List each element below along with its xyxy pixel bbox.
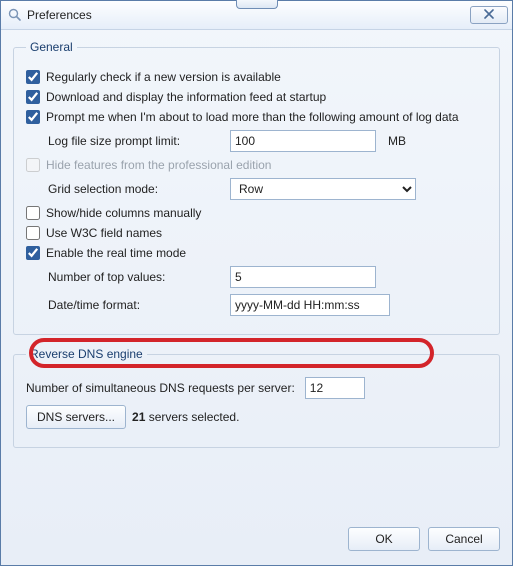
hide-pro-text: Hide features from the professional edit… bbox=[46, 158, 271, 172]
titlebar: Preferences bbox=[1, 1, 512, 30]
log-limit-label: Log file size prompt limit: bbox=[48, 134, 224, 148]
dns-requests-label: Number of simultaneous DNS requests per … bbox=[26, 381, 295, 395]
download-feed-text: Download and display the information fee… bbox=[46, 90, 326, 104]
group-general-legend: General bbox=[26, 40, 77, 54]
enable-realtime-checkbox[interactable] bbox=[26, 246, 40, 260]
download-feed-label[interactable]: Download and display the information fee… bbox=[26, 90, 326, 104]
prompt-load-text: Prompt me when I'm about to load more th… bbox=[46, 110, 459, 124]
show-hide-cols-checkbox[interactable] bbox=[26, 206, 40, 220]
datetime-format-label: Date/time format: bbox=[48, 298, 224, 312]
log-limit-unit: MB bbox=[388, 134, 406, 148]
enable-realtime-text: Enable the real time mode bbox=[46, 246, 186, 260]
check-update-checkbox[interactable] bbox=[26, 70, 40, 84]
cancel-button[interactable]: Cancel bbox=[428, 527, 500, 551]
show-hide-cols-label[interactable]: Show/hide columns manually bbox=[26, 206, 201, 220]
prompt-load-checkbox[interactable] bbox=[26, 110, 40, 124]
dns-servers-button[interactable]: DNS servers... bbox=[26, 405, 126, 429]
use-w3c-text: Use W3C field names bbox=[46, 226, 162, 240]
top-values-input[interactable] bbox=[230, 266, 376, 288]
group-dns: Reverse DNS engine Number of simultaneou… bbox=[13, 347, 500, 448]
search-icon bbox=[7, 7, 23, 23]
check-update-text: Regularly check if a new version is avai… bbox=[46, 70, 281, 84]
preferences-window: Preferences General Regularly check if a… bbox=[0, 0, 513, 566]
hide-pro-checkbox bbox=[26, 158, 40, 172]
log-limit-input[interactable] bbox=[230, 130, 376, 152]
window-title: Preferences bbox=[27, 8, 92, 22]
prompt-load-label[interactable]: Prompt me when I'm about to load more th… bbox=[26, 110, 459, 124]
hide-pro-label: Hide features from the professional edit… bbox=[26, 158, 271, 172]
group-general: General Regularly check if a new version… bbox=[13, 40, 500, 335]
dns-servers-status: 21 servers selected. bbox=[132, 410, 239, 424]
top-values-label: Number of top values: bbox=[48, 270, 224, 284]
ok-button[interactable]: OK bbox=[348, 527, 420, 551]
download-feed-checkbox[interactable] bbox=[26, 90, 40, 104]
use-w3c-label[interactable]: Use W3C field names bbox=[26, 226, 162, 240]
group-dns-legend: Reverse DNS engine bbox=[26, 347, 147, 361]
dns-servers-count: 21 bbox=[132, 410, 145, 424]
datetime-format-input[interactable] bbox=[230, 294, 390, 316]
dns-servers-suffix: servers selected. bbox=[145, 410, 239, 424]
show-hide-cols-text: Show/hide columns manually bbox=[46, 206, 201, 220]
dns-requests-input[interactable] bbox=[305, 377, 365, 399]
check-update-label[interactable]: Regularly check if a new version is avai… bbox=[26, 70, 281, 84]
grid-mode-select[interactable]: Row bbox=[230, 178, 416, 200]
titlebar-grip bbox=[236, 0, 278, 9]
dialog-footer: OK Cancel bbox=[1, 523, 512, 565]
use-w3c-checkbox[interactable] bbox=[26, 226, 40, 240]
grid-mode-label: Grid selection mode: bbox=[48, 182, 224, 196]
close-icon bbox=[484, 8, 494, 22]
close-button[interactable] bbox=[470, 6, 508, 24]
enable-realtime-label[interactable]: Enable the real time mode bbox=[26, 246, 186, 260]
